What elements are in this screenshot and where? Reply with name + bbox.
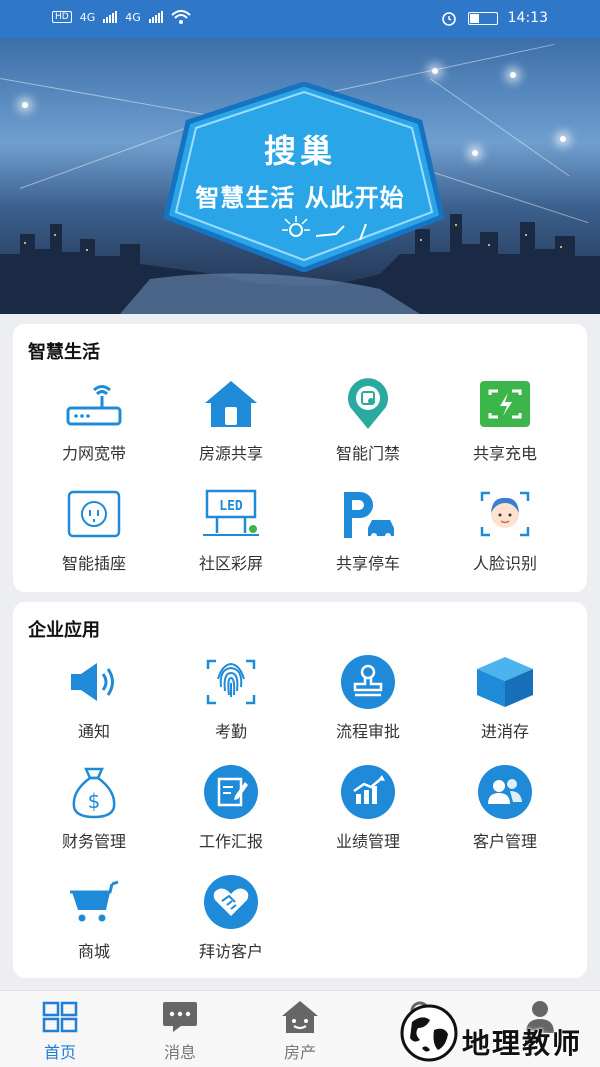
watermark: 地理教师 bbox=[400, 1004, 595, 1064]
tile-label: 工作汇报 bbox=[198, 832, 263, 851]
fingerprint-icon bbox=[206, 659, 256, 705]
hd-badge: HD bbox=[52, 11, 72, 23]
finance-tile[interactable]: $ 财务管理 bbox=[34, 762, 154, 852]
led-screen-icon: LED bbox=[203, 489, 259, 536]
tile-label: 共享停车 bbox=[335, 554, 400, 573]
house-icon bbox=[205, 381, 257, 427]
section-title: 企业应用 bbox=[28, 620, 100, 641]
shared-parking-tile[interactable]: 共享停车 bbox=[308, 484, 428, 574]
watermark-text: 地理教师 bbox=[462, 1027, 583, 1060]
status-bar: HD 4G 4G 14:13 bbox=[0, 0, 600, 38]
handshake-icon bbox=[204, 875, 258, 929]
face-recognition-icon bbox=[480, 491, 530, 537]
access-control-tile[interactable]: 智能门禁 bbox=[308, 374, 428, 464]
alarm-icon bbox=[441, 12, 456, 26]
notice-tile[interactable]: 通知 bbox=[34, 652, 154, 742]
performance-tile[interactable]: 业绩管理 bbox=[308, 762, 428, 852]
cart-icon bbox=[70, 880, 119, 922]
tile-label: 商城 bbox=[77, 942, 110, 961]
tile-label: 财务管理 bbox=[61, 832, 126, 851]
tile-label: 进消存 bbox=[480, 722, 529, 741]
tab-label: 首页 bbox=[43, 1043, 76, 1062]
inventory-tile[interactable]: 进消存 bbox=[445, 652, 565, 742]
tile-label: 考勤 bbox=[214, 722, 247, 741]
wifi-icon bbox=[171, 10, 191, 24]
message-icon bbox=[163, 1002, 197, 1032]
svg-text:$: $ bbox=[88, 789, 101, 813]
enterprise-card: 企业应用 通知 考勤 流程审批 进消存 $ 财务管理 工作汇报 业绩管理 客户管… bbox=[13, 602, 587, 978]
box-icon bbox=[477, 657, 533, 707]
report-icon bbox=[204, 765, 258, 819]
tile-label: 共享充电 bbox=[472, 444, 537, 463]
performance-chart-icon bbox=[341, 765, 395, 819]
smart-socket-tile[interactable]: 智能插座 bbox=[34, 484, 154, 574]
signal-icon bbox=[148, 11, 163, 23]
charging-icon bbox=[480, 381, 530, 427]
tile-label: 房源共享 bbox=[198, 444, 263, 463]
banner-slogan: 智慧生活 从此开始 bbox=[195, 184, 405, 212]
work-report-tile[interactable]: 工作汇报 bbox=[171, 762, 291, 852]
tile-label: 流程审批 bbox=[335, 722, 400, 741]
access-control-icon bbox=[348, 378, 388, 429]
tab-property[interactable]: 房产 bbox=[250, 999, 350, 1063]
tile-label: 通知 bbox=[77, 722, 110, 741]
tab-messages[interactable]: 消息 bbox=[130, 999, 230, 1063]
home-grid-icon bbox=[42, 1001, 78, 1033]
smart-life-card: 智慧生活 力网宽带 房源共享 智能门禁 共享充电 智能插座 LED 社区彩屏 共… bbox=[13, 324, 587, 592]
house-share-tile[interactable]: 房源共享 bbox=[171, 374, 291, 464]
stamp-icon bbox=[341, 655, 395, 709]
signal-label-1: 4G bbox=[79, 10, 96, 24]
community-screen-tile[interactable]: LED 社区彩屏 bbox=[171, 484, 291, 574]
router-icon bbox=[66, 385, 122, 426]
tile-label: 智能插座 bbox=[61, 554, 126, 573]
signal-label-2: 4G bbox=[125, 10, 141, 24]
tile-label: 拜访客户 bbox=[198, 942, 263, 961]
tab-home[interactable]: 首页 bbox=[10, 999, 110, 1063]
tile-label: 力网宽带 bbox=[61, 444, 126, 463]
socket-icon bbox=[67, 490, 121, 538]
approval-tile[interactable]: 流程审批 bbox=[308, 652, 428, 742]
svg-text:LED: LED bbox=[219, 499, 243, 514]
signal-icon bbox=[103, 11, 118, 23]
banner[interactable]: 搜巢 智慧生活 从此开始 bbox=[0, 38, 600, 314]
tab-label: 消息 bbox=[163, 1043, 196, 1062]
section-title: 智慧生活 bbox=[28, 342, 100, 363]
banner-title: 搜巢 bbox=[263, 132, 336, 170]
shared-charging-tile[interactable]: 共享充电 bbox=[445, 374, 565, 464]
status-indicators: HD 4G 4G bbox=[52, 10, 191, 24]
house-tab-icon bbox=[282, 1001, 318, 1033]
money-bag-icon: $ bbox=[72, 767, 116, 819]
tile-label: 人脸识别 bbox=[472, 554, 537, 573]
parking-icon bbox=[344, 492, 394, 539]
visit-customer-tile[interactable]: 拜访客户 bbox=[171, 872, 291, 962]
tab-label: 房产 bbox=[283, 1043, 316, 1062]
globe-icon bbox=[400, 1004, 458, 1062]
attendance-tile[interactable]: 考勤 bbox=[171, 652, 291, 742]
speaker-icon bbox=[71, 663, 114, 701]
customers-icon bbox=[478, 765, 532, 819]
mall-tile[interactable]: 商城 bbox=[34, 872, 154, 962]
face-recognition-tile[interactable]: 人脸识别 bbox=[445, 484, 565, 574]
router-tile[interactable]: 力网宽带 bbox=[34, 374, 154, 464]
tile-label: 智能门禁 bbox=[335, 444, 400, 463]
battery-icon bbox=[467, 11, 498, 25]
tile-label: 客户管理 bbox=[472, 832, 537, 851]
status-time: 14:13 bbox=[507, 10, 548, 26]
tile-label: 业绩管理 bbox=[335, 832, 400, 851]
customer-management-tile[interactable]: 客户管理 bbox=[445, 762, 565, 852]
tile-label: 社区彩屏 bbox=[198, 554, 263, 573]
banner-hexagon bbox=[163, 82, 445, 272]
status-right: 14:13 bbox=[440, 9, 548, 27]
